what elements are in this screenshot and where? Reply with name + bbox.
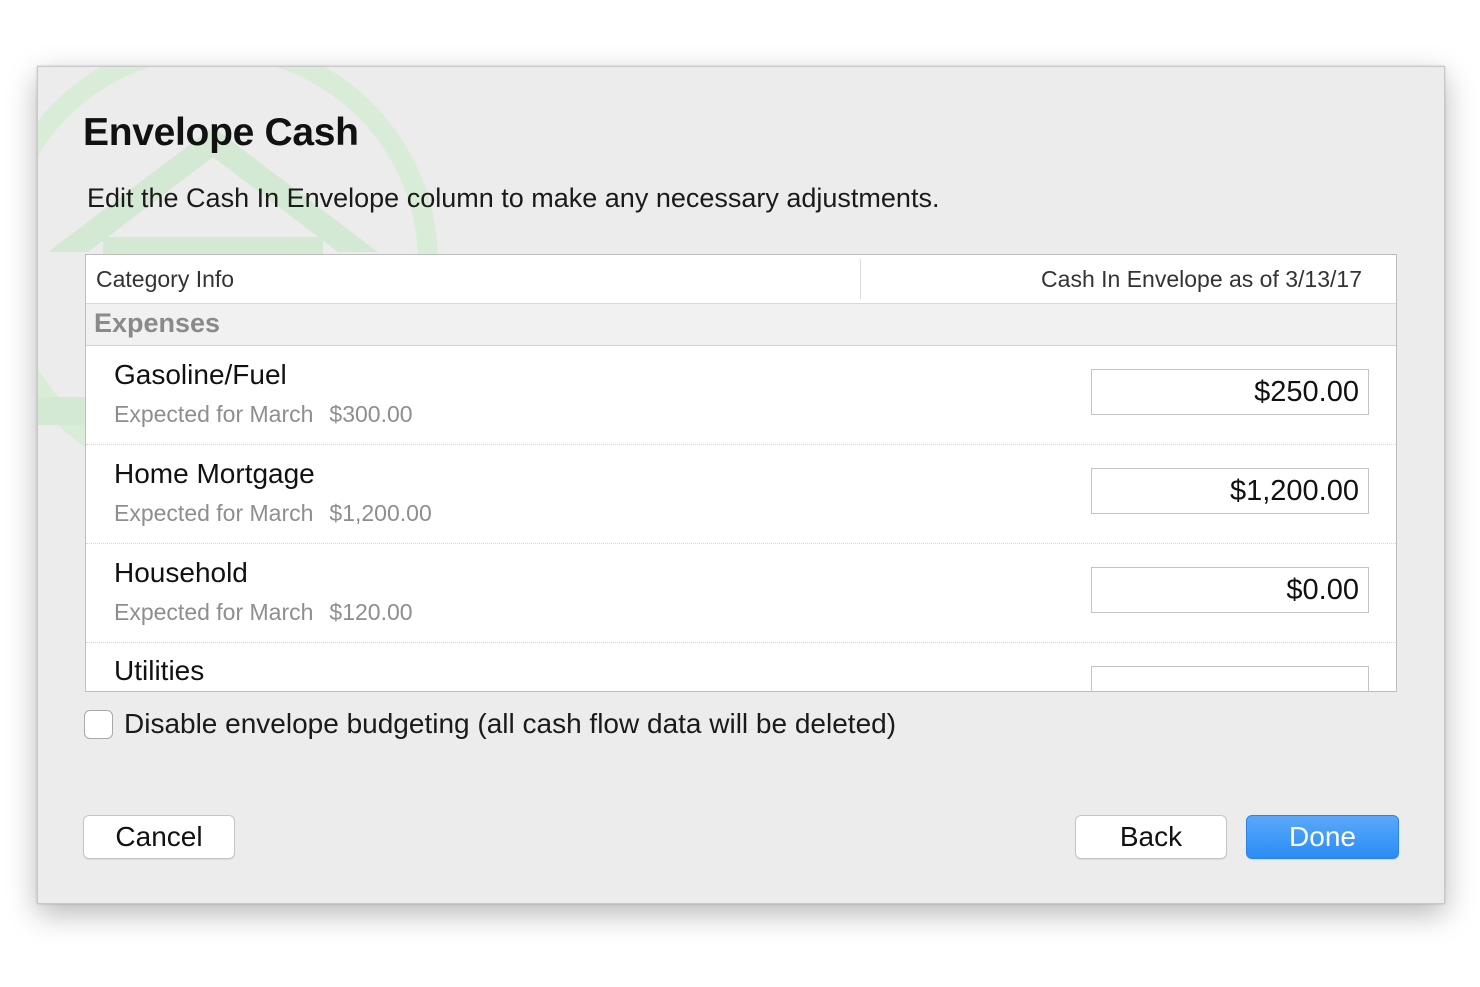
expected-info: Expected for March $1,200.00 bbox=[114, 500, 432, 527]
expected-info: Expected for March $120.00 bbox=[114, 599, 413, 626]
cash-in-envelope-input[interactable] bbox=[1091, 468, 1369, 514]
envelope-table: Category Info Cash In Envelope as of 3/1… bbox=[85, 254, 1397, 692]
category-name: Utilities bbox=[114, 655, 205, 686]
expected-amount: $1,200.00 bbox=[329, 500, 432, 526]
category-name: Home Mortgage bbox=[114, 458, 315, 489]
column-header-category-info[interactable]: Category Info bbox=[96, 266, 234, 293]
expected-amount: $120.00 bbox=[329, 599, 413, 625]
cash-in-envelope-input[interactable] bbox=[1091, 666, 1369, 691]
category-name: Gasoline/Fuel bbox=[114, 359, 287, 390]
envelope-cash-dialog: Envelope Cash Edit the Cash In Envelope … bbox=[37, 66, 1445, 904]
expected-label: Expected for March bbox=[114, 500, 314, 526]
cash-in-envelope-input[interactable] bbox=[1091, 567, 1369, 613]
expected-label: Expected for March bbox=[114, 599, 314, 625]
disable-envelope-budgeting-label[interactable]: Disable envelope budgeting (all cash flo… bbox=[124, 708, 896, 740]
expected-label: Expected for March bbox=[114, 401, 314, 427]
cash-in-envelope-input[interactable] bbox=[1091, 369, 1369, 415]
section-label: Expenses bbox=[94, 308, 221, 338]
category-name: Household bbox=[114, 557, 248, 588]
table-row: Home Mortgage Expected for March $1,200.0… bbox=[86, 445, 1396, 544]
column-header-cash-in-envelope[interactable]: Cash In Envelope as of 3/13/17 bbox=[1041, 266, 1362, 293]
disable-envelope-budgeting-checkbox[interactable] bbox=[84, 710, 113, 739]
cancel-button[interactable]: Cancel bbox=[83, 815, 235, 859]
column-divider[interactable] bbox=[860, 259, 861, 299]
table-row: Gasoline/Fuel Expected for March $300.00 bbox=[86, 346, 1396, 445]
back-button[interactable]: Back bbox=[1075, 815, 1227, 859]
table-row: Utilities bbox=[86, 643, 1396, 691]
expected-info: Expected for March $300.00 bbox=[114, 401, 413, 428]
done-button[interactable]: Done bbox=[1246, 815, 1399, 859]
table-row: Household Expected for March $120.00 bbox=[86, 544, 1396, 643]
table-header: Category Info Cash In Envelope as of 3/1… bbox=[86, 255, 1396, 304]
expected-amount: $300.00 bbox=[329, 401, 413, 427]
dialog-subtitle: Edit the Cash In Envelope column to make… bbox=[87, 183, 940, 213]
dialog-title: Envelope Cash bbox=[83, 111, 359, 154]
section-header-expenses: Expenses bbox=[86, 304, 1396, 346]
